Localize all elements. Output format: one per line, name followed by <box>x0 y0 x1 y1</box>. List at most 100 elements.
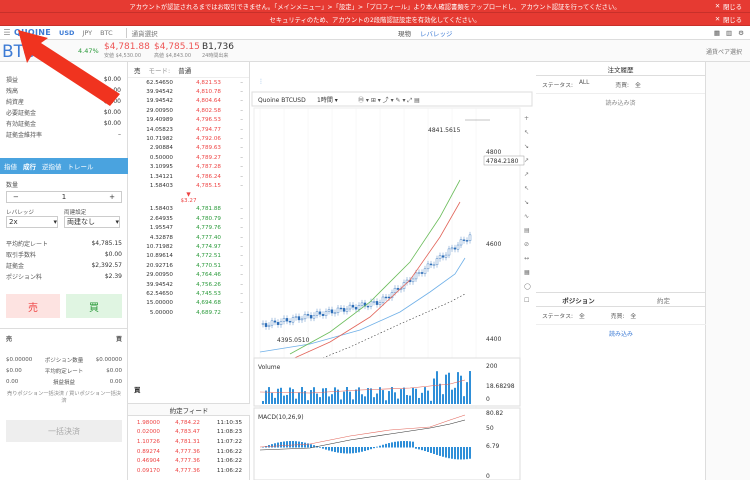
both-select[interactable]: 両建なし ▾ <box>64 216 120 228</box>
pair-select-button[interactable]: 通貨ペア選択 <box>706 47 742 56</box>
sell-order-row[interactable]: 1.34121 4,786.24 – <box>128 172 249 181</box>
order-dash: – <box>240 262 243 269</box>
price-chart[interactable]: ⫶ Quoine BTCUSD 1時間 ▾ Ⓜ ▾ ⊞ ▾ ⤴ ▾ ✎ ▾ ⤢ … <box>250 62 536 481</box>
sell-order-row[interactable]: 3.10995 4,787.28 – <box>128 163 249 172</box>
side-select[interactable]: 全 <box>635 80 641 89</box>
leverage-tab[interactable]: レバレッジ <box>420 28 453 38</box>
trade-feed-cell: 4,784.22 <box>175 419 200 426</box>
row-label: 残高 <box>6 88 19 95</box>
buy-order-row[interactable]: 5.00000 4,689.72 – <box>128 308 249 317</box>
side-select[interactable]: 全 <box>630 311 636 320</box>
layout-grid-icon[interactable]: ▦ <box>714 29 720 37</box>
tab-limit[interactable]: 指値 <box>4 161 17 171</box>
bulk-close-button[interactable]: 一括決済 <box>6 420 122 442</box>
tab-stop[interactable]: 逆指値 <box>42 161 62 171</box>
sell-button[interactable]: 売 <box>6 294 60 318</box>
orderbook-header: 売 モード: 普通 <box>128 62 249 78</box>
ticker-symbol[interactable]: BTC <box>2 42 35 62</box>
buy-order-row[interactable]: 1.95547 4,779.76 – <box>128 223 249 232</box>
buy-order-row[interactable]: 2.64935 4,780.79 – <box>128 214 249 223</box>
order-price: 4,694.68 <box>196 300 221 307</box>
plus-icon[interactable]: + <box>109 193 115 201</box>
banner-close-button[interactable]: ✕ 閉じる <box>715 0 742 13</box>
trade-feed-cell: 0.02000 <box>136 429 160 436</box>
buy-order-row[interactable]: 62.54650 4,745.53 – <box>128 289 249 298</box>
hamburger-menu-icon[interactable]: ☰ <box>0 28 14 37</box>
row-value: $0.00 <box>103 109 121 116</box>
buy-order-row[interactable]: 10.71982 4,774.97 – <box>128 242 249 251</box>
status-select[interactable]: ALL <box>579 80 589 89</box>
order-price: 4,789.63 <box>196 145 221 152</box>
trade-feed-cell: 4,783.47 <box>175 429 200 436</box>
buy-button[interactable]: 買 <box>66 294 122 318</box>
pair-select[interactable]: 通貨選択 <box>132 28 158 38</box>
minus-icon[interactable]: − <box>13 193 19 201</box>
currency-usd[interactable]: USD <box>59 29 74 37</box>
buy-order-row[interactable]: 10.89614 4,772.51 – <box>128 252 249 261</box>
ticker-high-price: $4,785.15 高値 $4,843.00 <box>154 42 200 59</box>
order-quantity: 2.90884 <box>149 145 173 152</box>
banner-text: アカウントが認証されるまではお取引できません。「メインメニュー」>「設定」>「プ… <box>129 3 621 11</box>
ticker-last-price: $4,781.88 安値 $4,530.00 <box>104 42 150 59</box>
positions-loading[interactable]: 読み込み <box>536 325 706 342</box>
buy-order-row[interactable]: 20.92716 4,770.51 – <box>128 261 249 270</box>
quantity-stepper[interactable]: − 1 + <box>6 191 122 203</box>
tab-trailing[interactable]: トレール <box>68 161 94 171</box>
axis-label: 200 <box>486 363 498 370</box>
order-quantity: 19.94542 <box>146 98 173 105</box>
spread-value: $3.27 <box>180 197 197 204</box>
tab-market[interactable]: 成行 <box>23 161 36 171</box>
volume-value: B1,736 <box>202 42 234 52</box>
sell-order-row[interactable]: 29.00950 4,802.58 – <box>128 106 249 115</box>
buy-order-row[interactable]: 39.94542 4,756.26 – <box>128 280 249 289</box>
order-dash: – <box>240 79 243 86</box>
order-quantity: 10.71982 <box>146 136 173 143</box>
order-quantity: 39.94542 <box>146 89 173 96</box>
logo[interactable]: QUOINE <box>14 28 51 37</box>
sell-order-row[interactable]: 19.40989 4,796.53 – <box>128 116 249 125</box>
svg-text:▦: ▦ <box>524 269 530 276</box>
svg-text:▤: ▤ <box>524 227 530 234</box>
sell-order-row[interactable]: 10.71982 4,792.06 – <box>128 134 249 143</box>
sell-order-row[interactable]: 2.90884 4,789.63 – <box>128 144 249 153</box>
chart-toolbar-icon[interactable]: ⫶ <box>260 78 262 86</box>
order-dash: – <box>240 154 243 161</box>
currency-jpy[interactable]: JPY <box>82 29 92 37</box>
buy-order-row[interactable]: 1.58403 4,781.88 – <box>128 205 249 214</box>
trade-feed: 1.98000 4,784.22 11:10:35 0.02000 4,783.47 11… <box>128 418 250 476</box>
executed-tab[interactable]: 約定 <box>621 295 706 305</box>
sell-order-row[interactable]: 0.50000 4,789.27 – <box>128 153 249 162</box>
banner-close-label: 閉じる <box>723 4 742 11</box>
spot-tab[interactable]: 現物 <box>398 28 411 38</box>
account-row: 証拠金維持率 – <box>0 129 127 140</box>
status-select[interactable]: 全 <box>579 311 585 320</box>
row-right: 0.00 <box>109 378 122 385</box>
positions-tab[interactable]: ポジション <box>536 295 621 305</box>
banner-close-button[interactable]: ✕ 閉じる <box>715 13 742 26</box>
order-dash: – <box>240 309 243 316</box>
chart-interval-select[interactable]: 1時間 ▾ <box>317 96 338 104</box>
order-quantity: 1.58403 <box>149 206 173 213</box>
buy-order-row[interactable]: 15.00000 4,694.68 – <box>128 299 249 308</box>
mode-select[interactable]: 普通 <box>178 65 191 75</box>
sell-order-row[interactable]: 14.05823 4,794.77 – <box>128 125 249 134</box>
settings-icon[interactable]: ⚙ <box>738 29 744 37</box>
order-dash: – <box>240 281 243 288</box>
order-dash: – <box>240 89 243 96</box>
currency-btc[interactable]: BTC <box>100 29 113 37</box>
sell-order-row[interactable]: 1.58403 4,785.15 – <box>128 181 249 190</box>
order-quantity: 5.00000 <box>149 309 173 316</box>
positions-mini-head: 売買 <box>0 333 128 344</box>
sell-order-row[interactable]: 19.94542 4,804.64 – <box>128 97 249 106</box>
sell-order-row[interactable]: 62.54650 4,821.53 – <box>128 78 249 87</box>
quantity-value[interactable]: 1 <box>62 193 66 201</box>
order-price: 4,779.76 <box>196 225 221 232</box>
buy-order-row[interactable]: 29.00950 4,764.46 – <box>128 270 249 279</box>
sell-order-row[interactable]: 39.94542 4,810.78 – <box>128 87 249 96</box>
order-info-row: 取引手数料 $0.00 <box>0 249 128 260</box>
leverage-select[interactable]: 2x ▾ <box>6 216 58 228</box>
trade-feed-row: 1.10726 4,781.31 11:07:22 <box>128 437 250 447</box>
chart-tool-icon[interactable]: Ⓜ ▾ ⊞ ▾ ⤴ ▾ ✎ ▾ ⤢ ▤ <box>358 96 420 104</box>
layout-split-icon[interactable]: ▥ <box>726 29 732 37</box>
buy-order-row[interactable]: 4.32878 4,777.40 – <box>128 233 249 242</box>
